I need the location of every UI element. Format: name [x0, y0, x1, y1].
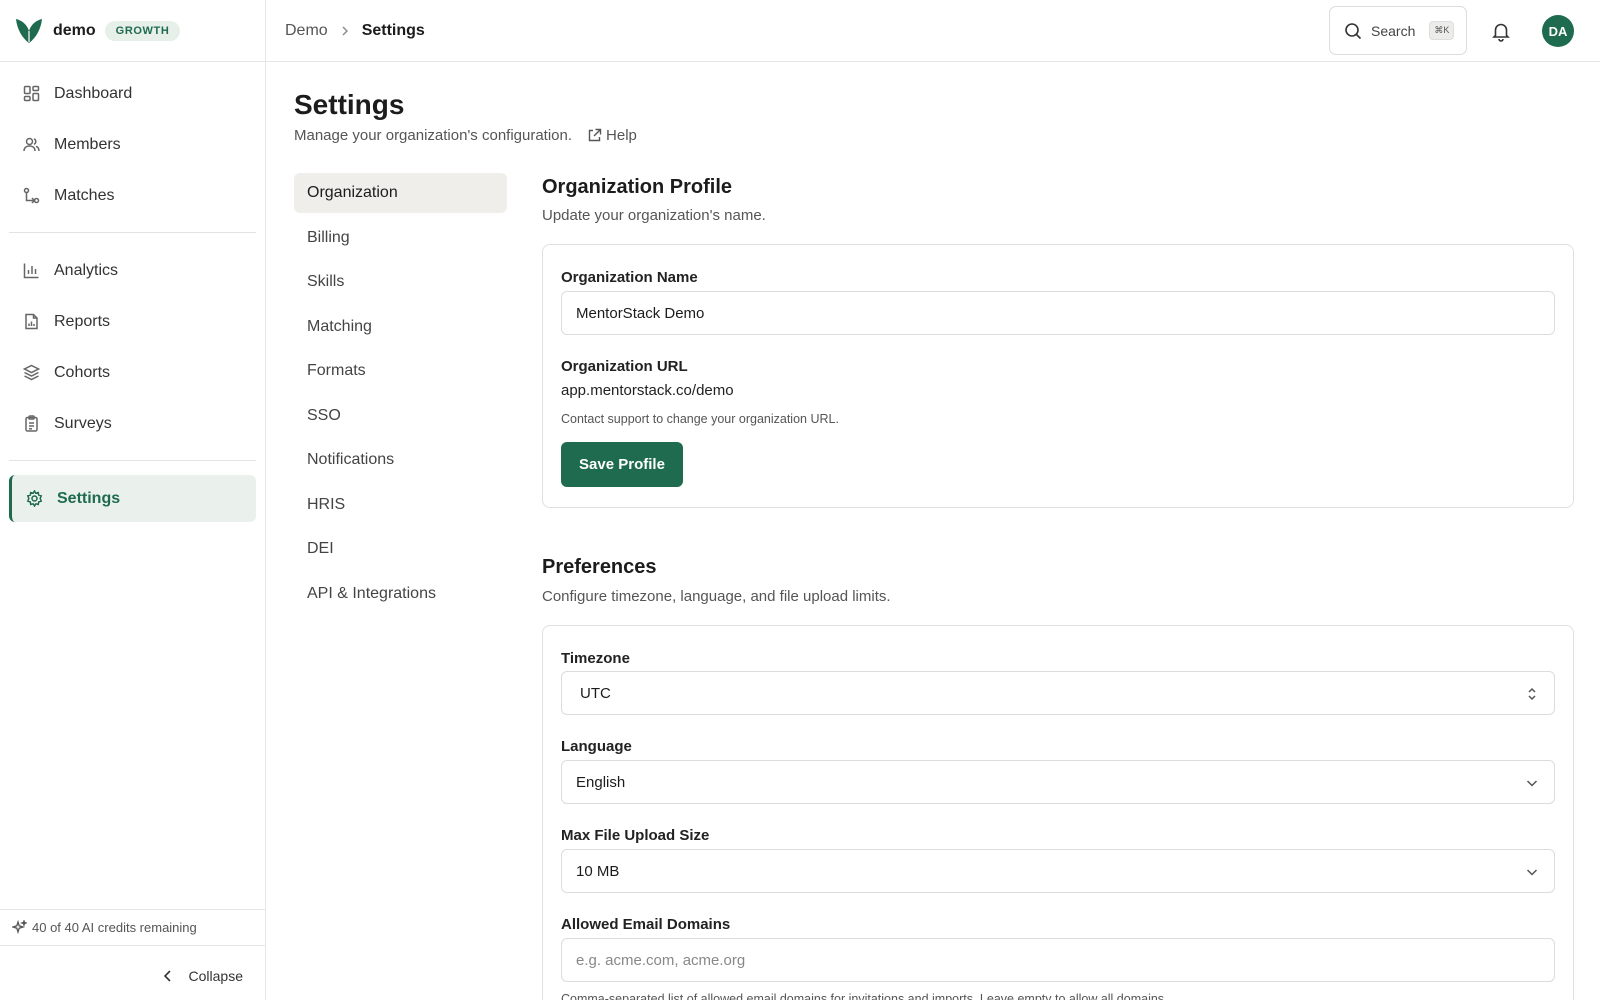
bar-chart-icon [23, 262, 40, 279]
sparkles-icon [12, 920, 27, 935]
breadcrumb-current: Settings [361, 21, 425, 39]
preferences-card: Timezone UTC Language English Max File U… [542, 625, 1574, 1000]
breadcrumb-parent[interactable]: Demo [285, 22, 328, 40]
plan-badge: GROWTH [104, 20, 181, 41]
sidebar-item-cohorts[interactable]: Cohorts [9, 349, 256, 396]
sidebar-item-dashboard[interactable]: Dashboard [9, 70, 256, 117]
sidebar-item-label: Analytics [54, 261, 119, 279]
settings-nav: Organization Billing Skills Matching For… [294, 173, 507, 618]
sidebar-item-reports[interactable]: Reports [9, 298, 256, 345]
sidebar: demo GROWTH Dashboard Members Matches An… [0, 0, 266, 1000]
ai-credits-text: 40 of 40 AI credits remaining [32, 920, 197, 935]
brand-header: demo GROWTH [0, 0, 265, 62]
sidebar-item-analytics[interactable]: Analytics [9, 247, 256, 294]
avatar[interactable]: DA [1542, 15, 1574, 47]
org-profile-subtitle: Update your organization's name. [542, 207, 766, 224]
search-icon [1344, 22, 1362, 40]
org-name-input[interactable] [561, 291, 1555, 335]
org-name-label: Organization Name [561, 269, 698, 286]
sidebar-item-label: Settings [57, 489, 121, 507]
file-chart-icon [23, 313, 40, 330]
chevron-down-icon [1524, 775, 1540, 791]
org-url-value: app.mentorstack.co/demo [561, 382, 734, 399]
sidebar-item-label: Cohorts [54, 363, 111, 381]
email-domains-input[interactable] [561, 938, 1555, 982]
settings-tab-dei[interactable]: DEI [294, 529, 507, 569]
sidebar-nav: Dashboard Members Matches Analytics Repo… [0, 62, 265, 522]
upload-size-value: 10 MB [576, 862, 620, 880]
org-profile-card: Organization Name Organization URL app.m… [542, 244, 1574, 508]
sidebar-item-settings[interactable]: Settings [9, 475, 256, 522]
org-url-label: Organization URL [561, 358, 688, 375]
preferences-title: Preferences [542, 556, 657, 578]
external-link-icon [587, 128, 602, 143]
page-subtitle: Manage your organization's configuration… [294, 127, 637, 144]
users-icon [23, 136, 40, 153]
settings-tab-api-integrations[interactable]: API & Integrations [294, 574, 507, 614]
gear-icon [26, 490, 43, 507]
sidebar-item-label: Surveys [54, 414, 112, 432]
search-shortcut: ⌘K [1429, 21, 1455, 40]
org-name: demo [53, 21, 96, 39]
nav-divider [9, 460, 256, 461]
language-value: English [576, 773, 626, 791]
layers-icon [23, 364, 40, 381]
ai-credits: 40 of 40 AI credits remaining [0, 909, 265, 946]
org-profile-title: Organization Profile [542, 176, 733, 198]
upload-size-label: Max File Upload Size [561, 827, 710, 844]
org-url-help: Contact support to change your organizat… [561, 412, 839, 426]
brand-logo [16, 18, 42, 43]
sidebar-item-matches[interactable]: Matches [9, 172, 256, 219]
sidebar-item-label: Reports [54, 312, 111, 330]
settings-tab-skills[interactable]: Skills [294, 262, 507, 302]
chevron-up-down-icon [1524, 686, 1540, 702]
help-label: Help [606, 127, 637, 144]
collapse-button[interactable]: Collapse [161, 968, 243, 984]
sidebar-item-label: Dashboard [54, 84, 133, 102]
nav-divider [9, 232, 256, 233]
settings-tab-formats[interactable]: Formats [294, 351, 507, 391]
sidebar-item-label: Matches [54, 186, 115, 204]
chevron-down-icon [1524, 864, 1540, 880]
clipboard-icon [23, 415, 40, 432]
sidebar-item-members[interactable]: Members [9, 121, 256, 168]
search-button[interactable]: Search ⌘K [1329, 6, 1467, 55]
save-profile-button[interactable]: Save Profile [561, 442, 683, 487]
git-match-icon [23, 187, 40, 204]
settings-tab-matching[interactable]: Matching [294, 307, 507, 347]
page-subtitle-text: Manage your organization's configuration… [294, 127, 573, 144]
settings-tab-notifications[interactable]: Notifications [294, 440, 507, 480]
chevron-left-icon [161, 969, 175, 983]
timezone-select[interactable]: UTC [561, 671, 1555, 715]
timezone-value: UTC [580, 684, 611, 702]
collapse-label: Collapse [188, 968, 243, 984]
language-select[interactable]: English [561, 760, 1555, 804]
dashboard-icon [23, 85, 40, 102]
settings-tab-hris[interactable]: HRIS [294, 485, 507, 525]
upload-size-select[interactable]: 10 MB [561, 849, 1555, 893]
sidebar-item-surveys[interactable]: Surveys [9, 400, 256, 447]
email-domains-help: Comma-separated list of allowed email do… [561, 992, 1168, 1000]
sidebar-item-label: Members [54, 135, 121, 153]
search-label: Search [1371, 22, 1416, 39]
email-domains-label: Allowed Email Domains [561, 916, 731, 933]
page-title: Settings [294, 89, 405, 120]
bell-icon[interactable] [1490, 20, 1512, 42]
settings-tab-sso[interactable]: SSO [294, 396, 507, 436]
top-bar: Demo Settings Search ⌘K DA [266, 0, 1600, 62]
help-link[interactable]: Help [587, 127, 637, 144]
preferences-subtitle: Configure timezone, language, and file u… [542, 588, 891, 605]
settings-tab-organization[interactable]: Organization [294, 173, 507, 213]
language-label: Language [561, 738, 632, 755]
chevron-right-icon [339, 25, 351, 37]
settings-tab-billing[interactable]: Billing [294, 218, 507, 258]
timezone-label: Timezone [561, 650, 630, 667]
